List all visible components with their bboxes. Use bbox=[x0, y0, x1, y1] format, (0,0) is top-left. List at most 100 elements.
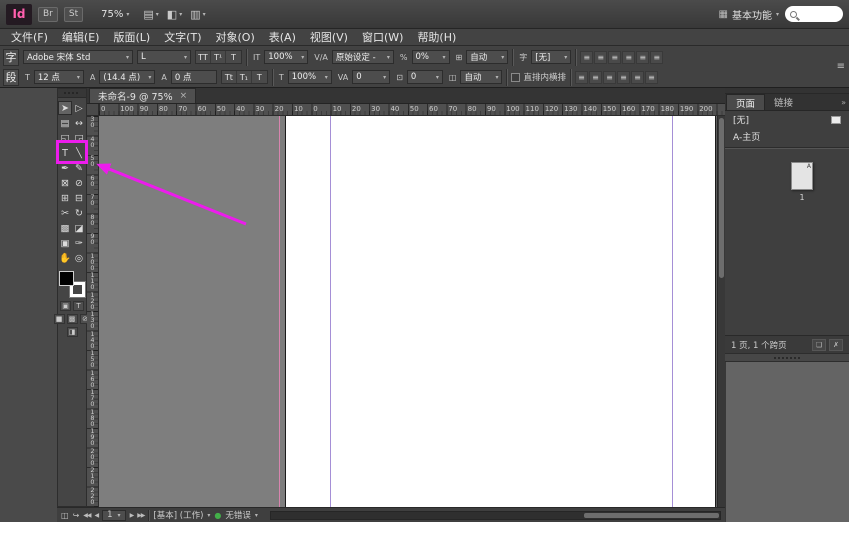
position-button-2[interactable]: T₁ bbox=[237, 71, 252, 83]
character-spacing-field[interactable]: 0 ▾ bbox=[407, 70, 443, 84]
document-tab[interactable]: 未命名-9 @ 75% × bbox=[89, 88, 196, 103]
align-button-r2-4[interactable]: ≡ bbox=[617, 71, 630, 84]
line-tool[interactable]: ╲ bbox=[72, 146, 86, 160]
zoom-tool[interactable]: ◎ bbox=[72, 251, 86, 265]
horizontal-scrollbar[interactable] bbox=[270, 511, 721, 520]
screen-mode-dropdown[interactable]: ◧▾ bbox=[167, 8, 182, 21]
first-page-button[interactable]: ◀◀ bbox=[83, 512, 90, 519]
fill-swatch[interactable] bbox=[59, 271, 74, 286]
horizontal-ruler[interactable]: 0100908070605040302010010203040506070809… bbox=[99, 104, 725, 116]
zoom-level-dropdown[interactable]: 75% ▾ bbox=[101, 9, 129, 20]
gradient-swatch-tool[interactable]: ▩ bbox=[58, 221, 72, 235]
apply-button-1[interactable]: ■ bbox=[54, 314, 65, 324]
vertical-scale-field[interactable]: 100% ▾ bbox=[264, 50, 308, 64]
scissors-tool[interactable]: ✂ bbox=[58, 206, 72, 220]
align-button-r1-6[interactable]: ≡ bbox=[650, 51, 663, 64]
menu-item-4[interactable]: 文字(T) bbox=[157, 29, 208, 45]
free-transform-tool[interactable]: ↻ bbox=[72, 206, 86, 220]
menu-item-5[interactable]: 对象(O) bbox=[209, 29, 262, 45]
font-family-select[interactable]: Adobe 宋体 Std ▾ bbox=[23, 50, 133, 64]
panel-tab-链接[interactable]: 链接 bbox=[765, 94, 802, 110]
document-page[interactable] bbox=[285, 116, 716, 507]
view-mode-button-1[interactable]: ◨ bbox=[67, 327, 78, 337]
pencil-tool[interactable]: ✎ bbox=[72, 161, 86, 175]
menu-item-1[interactable]: 文件(F) bbox=[4, 29, 55, 45]
master-item-2[interactable]: A-主页 bbox=[725, 128, 849, 145]
note-tool[interactable]: ▣ bbox=[58, 236, 72, 250]
page-thumbnail[interactable]: A bbox=[791, 162, 813, 190]
page-number-field[interactable]: 1 ▾ bbox=[102, 510, 125, 521]
formatting-button-2[interactable]: T bbox=[73, 301, 84, 311]
page-tool[interactable]: ▤ bbox=[58, 116, 72, 130]
formatting-button-1[interactable]: ▣ bbox=[60, 301, 71, 311]
font-style-select[interactable]: L ▾ bbox=[137, 50, 191, 64]
forward-arrow-icon[interactable]: ↪ bbox=[73, 511, 80, 520]
leading-field[interactable]: (14.4 点) ▾ bbox=[99, 70, 155, 84]
align-button-r1-1[interactable]: ≡ bbox=[580, 51, 593, 64]
align-button-r2-6[interactable]: ≡ bbox=[645, 71, 658, 84]
horizontal-scrollbar-thumb[interactable] bbox=[584, 513, 719, 518]
font-size-field[interactable]: 12 点 ▾ bbox=[34, 70, 84, 84]
position-button-1[interactable]: Tt bbox=[222, 71, 237, 83]
character-formatting-tab[interactable]: 字 bbox=[3, 49, 19, 66]
stock-button[interactable]: St bbox=[64, 7, 83, 22]
pasteboard[interactable] bbox=[99, 116, 717, 507]
menu-item-2[interactable]: 编辑(E) bbox=[55, 29, 107, 45]
menu-item-6[interactable]: 表(A) bbox=[262, 29, 303, 45]
align-button-r2-5[interactable]: ≡ bbox=[631, 71, 644, 84]
collapse-dock-icon[interactable]: » bbox=[841, 98, 846, 107]
window-icon[interactable]: ◫ bbox=[61, 511, 69, 520]
checkbox-icon[interactable] bbox=[511, 73, 520, 82]
new-page-button[interactable]: ❏ bbox=[812, 339, 826, 351]
preflight-status-label[interactable]: 无错误 bbox=[225, 509, 251, 521]
previous-page-button[interactable]: ◀ bbox=[95, 512, 99, 519]
menu-item-7[interactable]: 视图(V) bbox=[303, 29, 355, 45]
position-button-3[interactable]: T bbox=[252, 71, 267, 83]
preflight-profile[interactable]: [基本] (工作) bbox=[153, 509, 203, 521]
horizontal-scale-field[interactable]: 100% ▾ bbox=[288, 70, 332, 84]
next-page-button[interactable]: ▶ bbox=[130, 512, 134, 519]
horizontal-grid-tool[interactable]: ⊞ bbox=[58, 191, 72, 205]
align-button-r2-1[interactable]: ≡ bbox=[575, 71, 588, 84]
panel-resize-grip[interactable] bbox=[725, 353, 849, 362]
ruler-origin-corner[interactable] bbox=[87, 104, 99, 116]
eyedropper-tool[interactable]: ✑ bbox=[72, 236, 86, 250]
kerning-field[interactable]: 原始设定 - ▾ bbox=[332, 50, 394, 64]
proportional-spacing-field[interactable]: 0% ▾ bbox=[412, 50, 450, 64]
master-item-1[interactable]: [无] bbox=[725, 111, 849, 128]
grid-gyo-field[interactable]: 自动 ▾ bbox=[460, 70, 502, 84]
grid-count-field[interactable]: 自动 ▾ bbox=[466, 50, 508, 64]
align-button-r1-3[interactable]: ≡ bbox=[608, 51, 621, 64]
case-button-1[interactable]: TT bbox=[196, 51, 211, 63]
case-button-2[interactable]: T¹ bbox=[211, 51, 226, 63]
apply-button-2[interactable]: ▩ bbox=[67, 314, 78, 324]
align-button-r1-2[interactable]: ≡ bbox=[594, 51, 607, 64]
bridge-button[interactable]: Br bbox=[38, 7, 58, 22]
vertical-ruler[interactable]: 3040506070809010011012013014015016017018… bbox=[87, 116, 99, 507]
align-button-r1-4[interactable]: ≡ bbox=[622, 51, 635, 64]
type-tool[interactable]: T bbox=[58, 146, 72, 160]
selection-tool[interactable]: ➤ bbox=[58, 101, 72, 115]
menu-item-3[interactable]: 版面(L) bbox=[106, 29, 157, 45]
tools-panel-header[interactable] bbox=[58, 89, 86, 98]
arrange-documents-dropdown[interactable]: ▥▾ bbox=[190, 8, 205, 21]
gap-tool[interactable]: ↔ bbox=[72, 116, 86, 130]
delete-page-button[interactable]: ✗ bbox=[829, 339, 843, 351]
hand-tool[interactable]: ✋ bbox=[58, 251, 72, 265]
vertical-scrollbar[interactable] bbox=[717, 116, 725, 507]
menu-item-8[interactable]: 窗口(W) bbox=[355, 29, 410, 45]
direct-selection-tool[interactable]: ▷ bbox=[72, 101, 86, 115]
workspace-switcher[interactable]: ▦ 基本功能 ▾ bbox=[719, 7, 779, 22]
vertical-grid-tool[interactable]: ⊟ bbox=[72, 191, 86, 205]
baseline-shift-field[interactable]: 0 点 bbox=[171, 70, 217, 84]
last-page-button[interactable]: ▶▶ bbox=[137, 512, 144, 519]
menu-item-9[interactable]: 帮助(H) bbox=[410, 29, 463, 45]
tracking-field[interactable]: 0 ▾ bbox=[352, 70, 390, 84]
align-button-r1-5[interactable]: ≡ bbox=[636, 51, 649, 64]
paragraph-formatting-tab[interactable]: 段 bbox=[3, 69, 19, 86]
panel-tab-页面[interactable]: 页面 bbox=[726, 94, 765, 110]
tatechuyoko-checkbox[interactable]: 直排内横排 bbox=[511, 71, 566, 83]
ellipse-frame-tool[interactable]: ⊘ bbox=[72, 176, 86, 190]
search-input[interactable] bbox=[800, 9, 834, 19]
case-button-3[interactable]: T bbox=[226, 51, 241, 63]
